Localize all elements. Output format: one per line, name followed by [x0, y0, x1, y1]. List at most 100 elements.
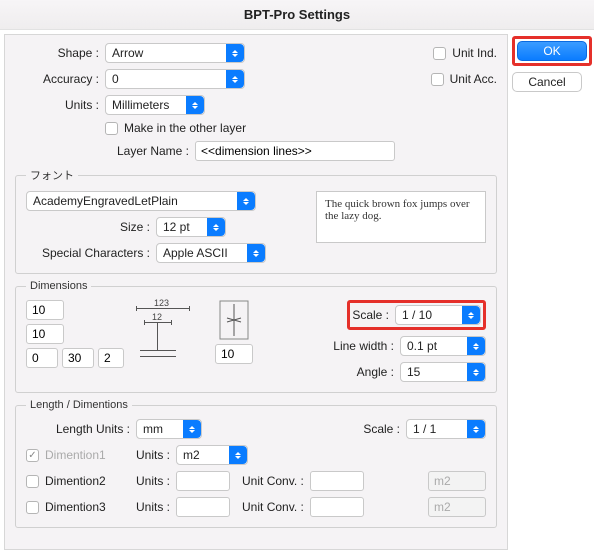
accuracy-label: Accuracy : [15, 72, 105, 86]
font-legend: フォント [26, 167, 78, 183]
row1-units-value: m2 [183, 448, 200, 462]
dimensions-group: Dimensions [15, 280, 497, 393]
diagram-label-top: 123 [154, 298, 169, 308]
chevron-updown-icon [467, 363, 485, 381]
unit-ind-label: Unit Ind. [452, 46, 497, 60]
arrow-style-icon [219, 300, 249, 340]
linewidth-select[interactable]: 0.1 pt [400, 336, 486, 356]
dimention3-checkbox[interactable]: Dimention3 [26, 500, 136, 514]
checkbox-icon [431, 73, 444, 86]
shape-select[interactable]: Arrow [105, 43, 245, 63]
length-group: Length / Dimentions Length Units : mm Sc… [15, 399, 497, 528]
chevron-updown-icon [226, 70, 244, 88]
units-value: Millimeters [112, 98, 169, 112]
make-other-layer-label: Make in the other layer [124, 121, 246, 135]
length-scale-value: 1 / 1 [413, 422, 436, 436]
units-label: Units : [15, 98, 105, 112]
dimension-diagram: 123 12 [130, 300, 205, 360]
accuracy-value: 0 [112, 72, 119, 86]
row2-units-input[interactable] [176, 471, 230, 491]
font-value: AcademyEngravedLetPlain [33, 194, 178, 208]
chevron-updown-icon [226, 44, 244, 62]
special-chars-select[interactable]: Apple ASCII [156, 243, 266, 263]
cancel-button[interactable]: Cancel [512, 72, 582, 92]
make-other-layer-checkbox[interactable]: Make in the other layer [105, 121, 246, 135]
ok-highlight: OK [512, 36, 592, 66]
length-units-label: Length Units : [26, 422, 136, 436]
dim-b-input[interactable] [26, 324, 64, 344]
unit-ind-checkbox[interactable]: Unit Ind. [433, 46, 497, 60]
scale-highlight: Scale : 1 / 10 [347, 300, 486, 330]
dimention1-checkbox[interactable]: ✓ Dimention1 [26, 448, 136, 462]
chevron-updown-icon [237, 192, 255, 210]
angle-value: 15 [407, 365, 420, 379]
side-panel: OK Cancel [512, 34, 590, 550]
angle-select[interactable]: 15 [400, 362, 486, 382]
linewidth-value: 0.1 pt [407, 339, 437, 353]
row2-units-label: Units : [136, 474, 176, 488]
row3-right-input [428, 497, 486, 517]
shape-label: Shape : [15, 46, 105, 60]
unit-acc-label: Unit Acc. [450, 72, 497, 86]
scale-label: Scale : [352, 308, 395, 322]
chevron-updown-icon [247, 244, 265, 262]
dim-c-input[interactable] [26, 348, 58, 368]
chevron-updown-icon [467, 337, 485, 355]
dimensions-legend: Dimensions [26, 280, 91, 292]
length-legend: Length / Dimentions [26, 399, 132, 411]
row3-units-label: Units : [136, 500, 176, 514]
checkbox-icon [26, 501, 39, 514]
units-select[interactable]: Millimeters [105, 95, 205, 115]
font-select[interactable]: AcademyEngravedLetPlain [26, 191, 256, 211]
main-panel: Shape : Arrow Unit Ind. Accuracy : 0 [4, 34, 508, 550]
font-group: フォント AcademyEngravedLetPlain Size : [15, 167, 497, 274]
row3-conv-label: Unit Conv. : [242, 500, 310, 514]
dim-d-input[interactable] [62, 348, 94, 368]
chevron-updown-icon [462, 306, 480, 324]
length-scale-select[interactable]: 1 / 1 [406, 419, 486, 439]
font-size-value: 12 pt [163, 220, 190, 234]
length-scale-label: Scale : [363, 422, 406, 436]
window-title: BPT-Pro Settings [0, 0, 594, 30]
diagram-label-mid: 12 [152, 312, 162, 322]
unit-acc-checkbox[interactable]: Unit Acc. [431, 72, 497, 86]
font-size-select[interactable]: 12 pt [156, 217, 226, 237]
scale-value: 1 / 10 [402, 308, 432, 322]
row1-units-select[interactable]: m2 [176, 445, 248, 465]
chevron-updown-icon [183, 420, 201, 438]
dimention3-label: Dimention3 [45, 500, 106, 514]
dim-a-input[interactable] [26, 300, 64, 320]
font-preview: The quick brown fox jumps over the lazy … [316, 191, 486, 243]
length-units-value: mm [143, 422, 163, 436]
row3-conv-input[interactable] [310, 497, 364, 517]
special-chars-label: Special Characters : [26, 246, 156, 260]
chevron-updown-icon [186, 96, 204, 114]
dimention2-checkbox[interactable]: Dimention2 [26, 474, 136, 488]
dimention1-label: Dimention1 [45, 448, 106, 462]
row2-right-input [428, 471, 486, 491]
settings-window: BPT-Pro Settings Shape : Arrow Unit Ind.… [0, 0, 594, 554]
angle-label: Angle : [357, 365, 400, 379]
chevron-updown-icon [467, 420, 485, 438]
checkbox-icon [26, 475, 39, 488]
chevron-updown-icon [207, 218, 225, 236]
special-chars-value: Apple ASCII [163, 246, 228, 260]
length-units-select[interactable]: mm [136, 419, 202, 439]
row3-units-input[interactable] [176, 497, 230, 517]
row1-units-label: Units : [136, 448, 176, 462]
scale-select[interactable]: 1 / 10 [395, 305, 481, 325]
checkbox-icon [105, 122, 118, 135]
ok-button[interactable]: OK [517, 41, 587, 61]
layer-name-input[interactable] [195, 141, 395, 161]
dim-e-input[interactable] [98, 348, 124, 368]
row2-conv-input[interactable] [310, 471, 364, 491]
accuracy-select[interactable]: 0 [105, 69, 245, 89]
shape-value: Arrow [112, 46, 143, 60]
checkbox-icon: ✓ [26, 449, 39, 462]
linewidth-label: Line width : [333, 339, 400, 353]
dimention2-label: Dimention2 [45, 474, 106, 488]
row2-conv-label: Unit Conv. : [242, 474, 310, 488]
dim-f-input[interactable] [215, 344, 253, 364]
layer-name-label: Layer Name : [117, 144, 195, 158]
chevron-updown-icon [229, 446, 247, 464]
